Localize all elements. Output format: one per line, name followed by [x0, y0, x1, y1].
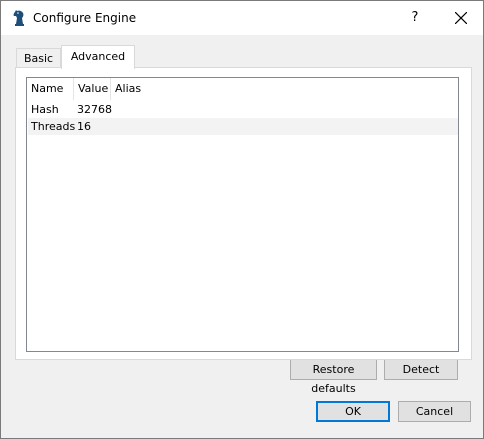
- table-row[interactable]: Hash 32768: [28, 101, 458, 118]
- column-header-alias[interactable]: Alias: [111, 78, 155, 100]
- options-table[interactable]: Name Value Alias Hash 32768 Threads 16: [26, 77, 459, 352]
- configure-engine-dialog: Configure Engine ? Basic Advanced Name V…: [0, 0, 484, 439]
- help-button[interactable]: ?: [398, 1, 432, 35]
- detect-button[interactable]: Detect: [384, 359, 458, 380]
- chess-knight-icon: [11, 9, 27, 27]
- ok-button[interactable]: OK: [316, 401, 390, 422]
- option-name: Hash: [31, 103, 59, 116]
- title-bar[interactable]: Configure Engine ?: [1, 1, 483, 35]
- advanced-tab-panel: Name Value Alias Hash 32768 Threads 16: [15, 67, 472, 360]
- option-name: Threads: [31, 120, 76, 133]
- option-value[interactable]: 16: [77, 118, 91, 135]
- tab-basic[interactable]: Basic: [16, 48, 61, 68]
- table-header: Name Value Alias: [27, 78, 458, 100]
- close-button[interactable]: [444, 1, 478, 35]
- option-value[interactable]: 32768: [77, 101, 112, 118]
- tab-advanced[interactable]: Advanced: [61, 45, 135, 69]
- cancel-button[interactable]: Cancel: [398, 401, 471, 422]
- column-header-name[interactable]: Name: [27, 78, 71, 100]
- column-header-value[interactable]: Value: [74, 78, 110, 100]
- table-row[interactable]: Threads 16: [28, 118, 458, 135]
- restore-defaults-button[interactable]: Restore defaults: [290, 359, 377, 395]
- window-title: Configure Engine: [33, 11, 137, 25]
- close-icon: [455, 12, 467, 24]
